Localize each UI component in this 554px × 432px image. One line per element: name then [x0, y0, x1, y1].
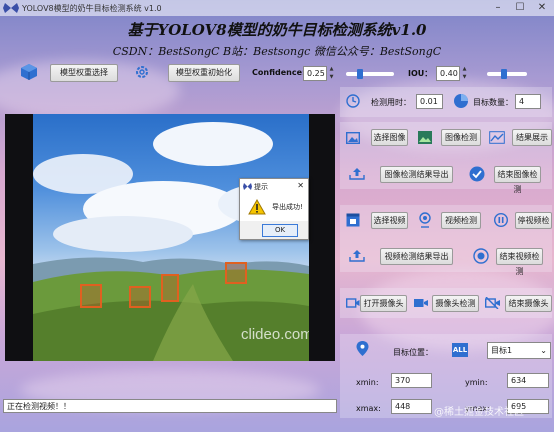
detection-box — [161, 274, 179, 302]
dialog-message: 导出成功! — [272, 203, 303, 211]
xmax-label: xmax: — [356, 404, 381, 413]
page-title: 基于YOLOV8模型的奶牛目标检测系统v1.0 — [127, 21, 427, 39]
iou-slider-handle[interactable] — [500, 69, 507, 79]
ymin-value: 634 — [507, 373, 549, 388]
select-video-button[interactable]: 选择视频 — [371, 212, 408, 229]
init-weights-button[interactable]: 模型权重初始化 — [168, 64, 240, 82]
clock-icon — [346, 94, 360, 108]
time-label: 检测用时： — [371, 98, 411, 107]
count-value: 4 — [515, 94, 541, 109]
gear-icon — [136, 66, 148, 78]
confidence-spin-down[interactable]: ▼ — [327, 74, 336, 81]
xmin-label: xmin: — [356, 378, 379, 387]
select-image-button[interactable]: 选择图像 — [371, 129, 408, 146]
export-video-result-button[interactable]: 视频检测结果导出 — [380, 248, 453, 265]
confidence-input[interactable]: 0.25 — [303, 66, 327, 81]
detection-box — [80, 284, 102, 308]
export-image-result-button[interactable]: 图像检测结果导出 — [380, 166, 453, 183]
iou-spin-up[interactable]: ▲ — [460, 66, 469, 73]
show-result-button[interactable]: 结果展示 — [512, 129, 552, 146]
select-weights-button[interactable]: 模型权重选择 — [50, 64, 118, 82]
dialog-app-icon — [243, 183, 252, 190]
confidence-slider-handle[interactable] — [356, 69, 363, 79]
count-label: 目标数量： — [473, 98, 513, 107]
video-icon — [346, 213, 360, 227]
open-camera-button[interactable]: 打开摄像头 — [360, 295, 407, 312]
iou-label: IOU： — [408, 69, 433, 78]
all-targets-badge: ALL — [452, 343, 468, 357]
status-field: 正在检测视频！！ — [3, 399, 337, 413]
check-circle-icon — [469, 166, 485, 182]
target-select-value: 目标1 — [491, 346, 513, 355]
iou-slider[interactable] — [487, 69, 527, 79]
ymin-label: ymin: — [465, 378, 488, 387]
minimize-button[interactable]: – — [488, 1, 508, 15]
app-window: YOLOV8模型的奶牛目标检测系统 v1.0 – ☐ ✕ 基于YOLOV8模型的… — [0, 0, 554, 432]
target-select[interactable]: 目标1 ⌄ — [487, 342, 551, 359]
dialog-close-button[interactable]: ✕ — [297, 181, 304, 190]
iou-input[interactable]: 0.40 — [436, 66, 460, 81]
title-bar: YOLOV8模型的奶牛目标检测系统 v1.0 – ☐ ✕ — [0, 0, 554, 16]
app-butterfly-icon — [3, 3, 19, 13]
chevron-down-icon: ⌄ — [540, 346, 547, 355]
cube-icon — [21, 64, 37, 80]
target-position-label: 目标位置： — [393, 348, 433, 357]
image-detect-icon — [418, 131, 432, 144]
detection-box — [129, 286, 151, 308]
detection-box — [225, 262, 247, 284]
xmin-value: 370 — [391, 373, 432, 388]
confidence-spin-up[interactable]: ▲ — [327, 66, 336, 73]
camera-outline-icon — [346, 298, 360, 308]
image-icon — [346, 132, 360, 144]
iou-spin-down[interactable]: ▼ — [460, 74, 469, 81]
camera-icon — [414, 299, 428, 307]
pie-chart-icon — [454, 94, 468, 108]
detect-image-button[interactable]: 图像检测 — [441, 129, 481, 146]
maximize-button[interactable]: ☐ — [510, 1, 530, 15]
time-value: 0.01 — [416, 94, 443, 109]
pause-icon — [494, 213, 508, 227]
footer-watermark: @稀土掘金技术社区 — [434, 407, 524, 418]
end-image-detect-button[interactable]: 结束图像检测 — [494, 166, 541, 194]
line-chart-icon — [489, 131, 505, 144]
window-title: YOLOV8模型的奶牛目标检测系统 v1.0 — [22, 4, 162, 13]
xmax-value: 448 — [391, 399, 432, 414]
confidence-slider[interactable] — [346, 69, 394, 79]
confidence-label: Confidence: — [252, 68, 306, 77]
dialog-ok-button[interactable]: OK — [262, 224, 298, 237]
close-button[interactable]: ✕ — [532, 1, 552, 15]
export-success-dialog: 提示 ✕ 导出成功! OK — [239, 178, 309, 240]
detect-camera-button[interactable]: 摄像头检测 — [432, 295, 479, 312]
location-pin-icon — [356, 341, 369, 356]
pause-video-button[interactable]: 停视频检 — [515, 212, 552, 229]
upload-icon — [349, 168, 365, 180]
camera-off-icon — [485, 297, 500, 309]
end-video-detect-button[interactable]: 结束视频检测 — [496, 248, 543, 276]
detect-video-button[interactable]: 视频检测 — [441, 212, 481, 229]
video-detect-icon — [419, 212, 431, 228]
warning-icon — [248, 199, 266, 215]
video-watermark: clideo.com — [241, 326, 309, 343]
stop-icon — [473, 248, 489, 264]
upload-icon — [349, 250, 365, 262]
close-camera-button[interactable]: 结束摄像头 — [505, 295, 552, 312]
page-subtitle: CSDN：BestSongC B站：Bestsongc 微信公众号：BestSo… — [112, 45, 442, 58]
dialog-title: 提示 — [254, 183, 268, 191]
